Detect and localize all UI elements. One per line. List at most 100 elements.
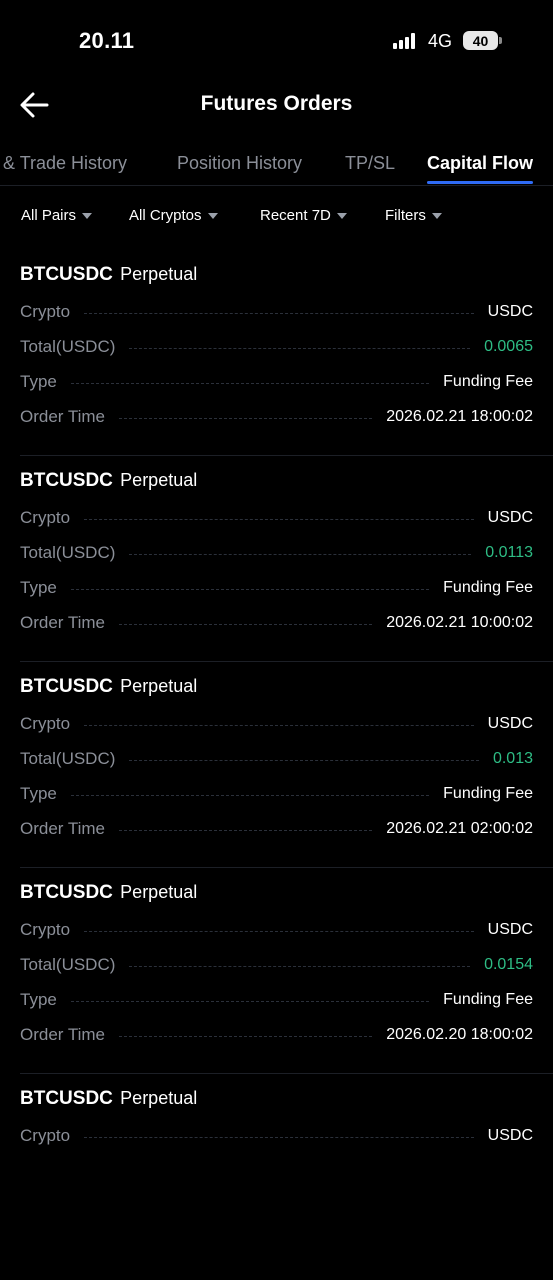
dotted-leader: [84, 312, 474, 314]
dotted-leader: [84, 724, 474, 726]
capital-flow-list: BTCUSDC Perpetual Crypto USDC Total(USDC…: [0, 250, 553, 1280]
row-order-time: Order Time 2026.02.21 18:00:02: [20, 405, 533, 429]
filter-all-pairs[interactable]: All Pairs: [21, 207, 93, 224]
row-label: Crypto: [20, 920, 71, 939]
filter-more[interactable]: Filters: [385, 207, 442, 224]
row-type: Type Funding Fee: [20, 576, 533, 600]
row-value: Funding Fee: [443, 579, 533, 596]
filter-label: Recent 7D: [260, 207, 331, 224]
tab-position-history[interactable]: Position History: [177, 153, 302, 174]
row-label: Type: [20, 578, 57, 597]
row-label: Order Time: [20, 407, 106, 426]
row-value: USDC: [487, 303, 533, 320]
tab-tp-sl[interactable]: TP/SL: [345, 153, 395, 174]
row-label: Order Time: [20, 819, 106, 838]
row-order-time: Order Time 2026.02.20 18:00:02: [20, 1023, 533, 1047]
row-value: 2026.02.21 10:00:02: [386, 614, 533, 631]
row-value: 2026.02.21 02:00:02: [386, 820, 533, 837]
row-label: Crypto: [20, 508, 71, 527]
pair-symbol: BTCUSDC: [20, 882, 113, 903]
row-total: Total(USDC) 0.013: [20, 747, 533, 771]
dotted-leader: [119, 829, 373, 831]
dotted-leader: [84, 930, 474, 932]
row-type: Type Funding Fee: [20, 370, 533, 394]
row-label: Crypto: [20, 714, 71, 733]
card-title: BTCUSDC Perpetual: [20, 1088, 197, 1110]
battery-tip: [499, 37, 502, 44]
network-type: 4G: [428, 31, 453, 51]
contract-type: Perpetual: [120, 470, 198, 490]
row-label: Order Time: [20, 613, 106, 632]
filter-label: Filters: [385, 207, 426, 224]
list-item[interactable]: BTCUSDC Perpetual Crypto USDC: [0, 1074, 553, 1280]
row-label: Order Time: [20, 1025, 106, 1044]
pair-symbol: BTCUSDC: [20, 1088, 113, 1109]
row-crypto: Crypto USDC: [20, 506, 533, 530]
row-label: Type: [20, 990, 57, 1009]
page-title: Futures Orders: [200, 92, 353, 115]
row-value: 2026.02.21 18:00:02: [386, 408, 533, 425]
row-type: Type Funding Fee: [20, 782, 533, 806]
card-title: BTCUSDC Perpetual: [20, 882, 197, 904]
battery-icon: 40: [463, 31, 498, 50]
row-value: Funding Fee: [443, 991, 533, 1008]
dotted-leader: [129, 553, 472, 555]
row-label: Type: [20, 372, 57, 391]
row-total: Total(USDC) 0.0113: [20, 541, 533, 565]
row-value: 0.0154: [484, 956, 533, 973]
row-label: Total(USDC): [20, 337, 116, 356]
card-title: BTCUSDC Perpetual: [20, 264, 197, 286]
row-value: Funding Fee: [443, 373, 533, 390]
row-label: Crypto: [20, 302, 71, 321]
status-time: 20.11: [79, 28, 135, 53]
status-bar: 20.11 4G 40: [0, 0, 553, 80]
tab-capital-flow[interactable]: Capital Flow: [427, 153, 533, 174]
pair-symbol: BTCUSDC: [20, 470, 113, 491]
card-title: BTCUSDC Perpetual: [20, 470, 197, 492]
dotted-leader: [129, 759, 479, 761]
dotted-leader: [84, 1136, 474, 1138]
row-label: Type: [20, 784, 57, 803]
row-value: 0.0065: [484, 338, 533, 355]
contract-type: Perpetual: [120, 882, 198, 902]
row-value: Funding Fee: [443, 785, 533, 802]
caret-down-icon: [431, 212, 442, 219]
row-label: Crypto: [20, 1126, 71, 1145]
row-label: Total(USDC): [20, 749, 116, 768]
row-crypto: Crypto USDC: [20, 1124, 533, 1148]
row-order-time: Order Time 2026.02.21 10:00:02: [20, 611, 533, 635]
list-item[interactable]: BTCUSDC Perpetual Crypto USDC Total(USDC…: [0, 456, 553, 662]
header: Futures Orders: [0, 80, 553, 132]
pair-symbol: BTCUSDC: [20, 264, 113, 285]
contract-type: Perpetual: [120, 676, 198, 696]
dotted-leader: [129, 965, 471, 967]
dotted-leader: [70, 588, 430, 590]
contract-type: Perpetual: [120, 264, 198, 284]
tab-order-trade-history[interactable]: Order & Trade History: [0, 153, 127, 174]
row-value: USDC: [487, 921, 533, 938]
dotted-leader: [119, 1035, 373, 1037]
row-total: Total(USDC) 0.0154: [20, 953, 533, 977]
row-value: 0.013: [492, 750, 533, 767]
caret-down-icon: [336, 212, 347, 219]
dotted-leader: [70, 382, 430, 384]
signal-strength-icon: [393, 33, 419, 49]
row-order-time: Order Time 2026.02.21 02:00:02: [20, 817, 533, 841]
dotted-leader: [70, 794, 430, 796]
row-value: USDC: [487, 1127, 533, 1144]
filter-all-cryptos[interactable]: All Cryptos: [129, 207, 218, 224]
row-total: Total(USDC) 0.0065: [20, 335, 533, 359]
filter-recent-7d[interactable]: Recent 7D: [260, 207, 347, 224]
filter-bar: All Pairs All Cryptos Recent 7D Filters: [0, 203, 553, 229]
list-item[interactable]: BTCUSDC Perpetual Crypto USDC Total(USDC…: [0, 868, 553, 1074]
active-tab-indicator: [427, 181, 533, 184]
row-crypto: Crypto USDC: [20, 712, 533, 736]
card-title: BTCUSDC Perpetual: [20, 676, 197, 698]
row-type: Type Funding Fee: [20, 988, 533, 1012]
list-item[interactable]: BTCUSDC Perpetual Crypto USDC Total(USDC…: [0, 250, 553, 456]
list-item[interactable]: BTCUSDC Perpetual Crypto USDC Total(USDC…: [0, 662, 553, 868]
contract-type: Perpetual: [120, 1088, 198, 1108]
row-value: USDC: [487, 715, 533, 732]
dotted-leader: [119, 623, 373, 625]
row-label: Total(USDC): [20, 955, 116, 974]
